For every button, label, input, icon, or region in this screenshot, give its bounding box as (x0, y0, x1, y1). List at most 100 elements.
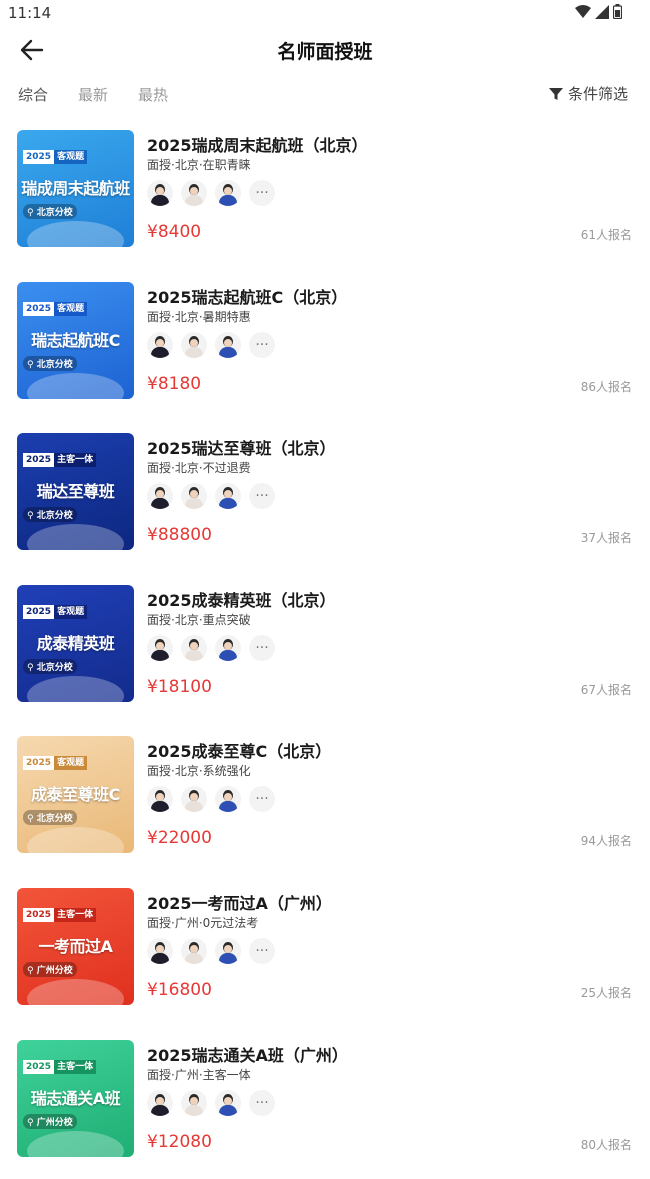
teacher-avatar[interactable] (215, 634, 241, 661)
teacher-avatar[interactable] (215, 786, 241, 813)
teacher-avatar[interactable] (147, 180, 173, 206)
avatar-body (151, 952, 169, 964)
avatar-face (156, 187, 164, 195)
status-bar: 11:14 (0, 0, 650, 26)
course-card[interactable]: 2025 客观题 瑞志起航班C ⚲ 北京分校 2025瑞志起航班C（北京） 面授… (0, 270, 650, 422)
course-cover-image: 2025 主客一体 一考而过A ⚲ 广州分校 (17, 887, 134, 1005)
teacher-avatars: ··· (147, 1089, 275, 1116)
teacher-avatar[interactable] (215, 937, 241, 964)
cover-kind: 主客一体 (54, 453, 97, 468)
avatar-body (219, 801, 237, 813)
cover-course-name: 瑞志起航班C (31, 330, 120, 350)
more-teachers-icon[interactable]: ··· (249, 331, 275, 358)
teacher-avatar[interactable] (147, 483, 173, 510)
avatar-face (156, 1096, 164, 1105)
cover-decoration (27, 675, 124, 702)
avatar-face (190, 187, 198, 195)
course-subtitle: 面授·北京·重点突破 (147, 612, 251, 627)
teacher-avatar[interactable] (181, 786, 207, 813)
avatar-face (156, 338, 164, 347)
course-cover-image: 2025 客观题 瑞志起航班C ⚲ 北京分校 (17, 281, 134, 399)
filter-label: 条件筛选 (567, 85, 628, 103)
cover-course-name: 一考而过A (38, 936, 113, 956)
teacher-avatar[interactable] (181, 331, 207, 358)
avatar-body (185, 801, 203, 813)
teacher-avatar[interactable] (181, 180, 207, 206)
cover-year: 2025 (23, 301, 55, 316)
nav-bar: 名师面授班 (0, 28, 650, 72)
enroll-count: 25人报名 (580, 985, 632, 1000)
avatar-body (185, 346, 203, 358)
avatar-body (185, 195, 203, 206)
course-price: ¥22000 (147, 828, 212, 849)
teacher-avatar[interactable] (147, 786, 173, 813)
teacher-avatar[interactable] (147, 937, 173, 964)
funnel-icon (548, 87, 563, 100)
course-card[interactable]: 2025 主客一体 一考而过A ⚲ 广州分校 2025一考而过A（广州） 面授·… (0, 876, 650, 1028)
more-teachers-icon[interactable]: ··· (249, 786, 275, 813)
cover-tag: 2025 客观题 (23, 604, 88, 619)
teacher-avatar[interactable] (181, 1089, 207, 1116)
more-teachers-icon[interactable]: ··· (249, 483, 275, 510)
avatar-body (185, 1104, 203, 1116)
cover-course-name: 瑞达至尊班 (36, 482, 115, 502)
avatar-body (151, 498, 169, 510)
teacher-avatar[interactable] (181, 937, 207, 964)
course-title: 2025瑞志起航班C（北京） (147, 287, 348, 307)
status-icons (575, 4, 622, 19)
cover-campus-badge: ⚲ 北京分校 (23, 355, 77, 371)
course-cover-image: 2025 主客一体 瑞达至尊班 ⚲ 北京分校 (17, 433, 134, 551)
course-card[interactable]: 2025 主客一体 瑞达至尊班 ⚲ 北京分校 2025瑞达至尊班（北京） 面授·… (0, 421, 650, 573)
cover-tag: 2025 客观题 (23, 301, 88, 316)
filter-button[interactable]: 条件筛选 (548, 83, 628, 104)
avatar-body (151, 649, 169, 661)
avatar-face (156, 793, 164, 802)
location-pin-icon: ⚲ (27, 662, 34, 673)
location-pin-icon: ⚲ (27, 511, 34, 522)
course-title: 2025瑞志通关A班（广州） (147, 1045, 348, 1065)
avatar-body (185, 498, 203, 510)
teacher-avatar[interactable] (215, 483, 241, 510)
cover-campus-label: 北京分校 (36, 208, 73, 218)
teacher-avatar[interactable] (181, 483, 207, 510)
cover-year: 2025 (23, 604, 55, 619)
teacher-avatar[interactable] (147, 331, 173, 358)
course-card[interactable]: 2025 主客一体 瑞志通关A班 ⚲ 广州分校 2025瑞志通关A班（广州） 面… (0, 1028, 650, 1179)
course-card[interactable]: 2025 客观题 成泰至尊班C ⚲ 北京分校 2025成泰至尊C（北京） 面授·… (0, 724, 650, 876)
avatar-face (190, 944, 198, 953)
teacher-avatar[interactable] (181, 634, 207, 661)
avatar-body (151, 346, 169, 358)
tab-newest[interactable]: 最新 (78, 84, 108, 105)
cover-kind: 客观题 (54, 604, 88, 619)
tab-hottest[interactable]: 最热 (138, 84, 168, 105)
cover-decoration (27, 524, 124, 551)
teacher-avatars: ··· (147, 786, 275, 813)
location-pin-icon: ⚲ (27, 965, 34, 976)
tab-comprehensive[interactable]: 综合 (18, 84, 48, 105)
more-teachers-icon[interactable]: ··· (249, 180, 275, 206)
cover-campus-label: 北京分校 (36, 662, 73, 673)
teacher-avatars: ··· (147, 937, 275, 964)
cover-year: 2025 (23, 150, 55, 164)
teacher-avatar[interactable] (215, 331, 241, 358)
course-title: 2025瑞成周末起航班（北京） (147, 136, 368, 155)
course-subtitle: 面授·北京·不过退费 (147, 461, 251, 476)
cover-tag: 2025 客观题 (23, 756, 88, 771)
course-price: ¥18100 (147, 676, 212, 697)
more-teachers-icon[interactable]: ··· (249, 937, 275, 964)
teacher-avatar[interactable] (215, 180, 241, 206)
cover-kind: 客观题 (54, 150, 88, 164)
course-cover-image: 2025 主客一体 瑞志通关A班 ⚲ 广州分校 (17, 1039, 134, 1157)
cover-decoration (27, 221, 124, 247)
teacher-avatar[interactable] (215, 1089, 241, 1116)
teacher-avatar[interactable] (147, 634, 173, 661)
course-card[interactable]: 2025 客观题 成泰精英班 ⚲ 北京分校 2025成泰精英班（北京） 面授·北… (0, 573, 650, 725)
course-card[interactable]: 2025 客观题 瑞成周末起航班 ⚲ 北京分校 2025瑞成周末起航班（北京） … (0, 118, 650, 270)
cover-course-name: 瑞志通关A班 (30, 1088, 121, 1108)
teacher-avatar[interactable] (147, 1089, 173, 1116)
more-teachers-icon[interactable]: ··· (249, 634, 275, 661)
more-teachers-icon[interactable]: ··· (249, 1089, 275, 1116)
course-subtitle: 面授·广州·0元过法考 (147, 915, 259, 930)
course-title: 2025一考而过A（广州） (147, 893, 332, 913)
avatar-face (224, 793, 232, 802)
